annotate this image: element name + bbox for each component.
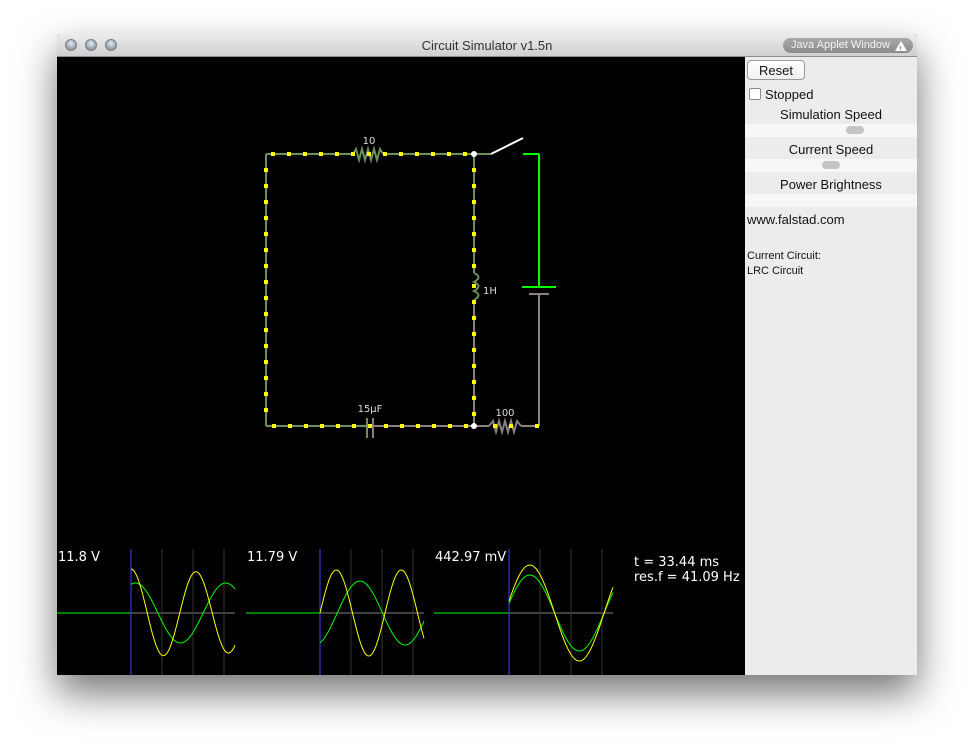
inductor-label: 1H [483, 286, 497, 297]
current-dot [415, 152, 419, 156]
stopped-label: Stopped [765, 87, 814, 102]
current-circuit-label: Current Circuit: [747, 250, 821, 262]
warning-icon [895, 40, 907, 57]
current-dot [472, 300, 476, 304]
current-dot [493, 424, 497, 428]
current-dot [472, 264, 476, 268]
current-dot [335, 152, 339, 156]
current-dot [271, 152, 275, 156]
current-dot [264, 312, 268, 316]
title-bar: Circuit Simulator v1.5n Java Applet Wind… [57, 34, 917, 57]
current-speed-slider[interactable] [745, 159, 917, 172]
current-dot [399, 152, 403, 156]
current-dot [472, 364, 476, 368]
current-dot [264, 376, 268, 380]
current-dot [416, 424, 420, 428]
current-dot [367, 152, 371, 156]
current-dot [264, 216, 268, 220]
scope-1-label: 11.8 V [58, 550, 100, 565]
badge-label: Java Applet Window [790, 39, 890, 51]
resistor-100-label: 100 [495, 408, 514, 419]
current-dot [472, 380, 476, 384]
current-dot [472, 248, 476, 252]
current-dot [383, 152, 387, 156]
current-dot [264, 264, 268, 268]
current-dot [288, 424, 292, 428]
current-dot [336, 424, 340, 428]
current-dot [472, 200, 476, 204]
current-dot [264, 168, 268, 172]
current-dot [472, 412, 476, 416]
website-link[interactable]: www.falstad.com [747, 212, 845, 227]
control-sidebar: Reset Stopped Simulation Speed Current S… [745, 57, 917, 675]
current-speed-thumb[interactable] [822, 161, 840, 169]
simulation-speed-slider[interactable] [745, 124, 917, 137]
power-brightness-label: Power Brightness [780, 177, 882, 192]
current-dot [264, 408, 268, 412]
current-dot [368, 424, 372, 428]
current-dot [472, 396, 476, 400]
current-dot [264, 296, 268, 300]
circuit-canvas[interactable]: 10 1H 15µF 100 11.8 V 11.79 V 442.97 mV … [57, 57, 745, 675]
node-top-right[interactable] [471, 151, 477, 157]
current-dot [264, 232, 268, 236]
current-dot [463, 152, 467, 156]
current-dot [472, 348, 476, 352]
capacitor-label: 15µF [358, 404, 383, 415]
current-dot [447, 152, 451, 156]
stopped-checkbox[interactable] [749, 88, 761, 100]
current-circuit-name: LRC Circuit [747, 265, 804, 277]
current-dot [432, 424, 436, 428]
current-dot [384, 424, 388, 428]
current-dot [264, 344, 268, 348]
current-dot [535, 424, 539, 428]
node-bottom-right[interactable] [471, 423, 477, 429]
java-applet-badge[interactable]: Java Applet Window [782, 38, 913, 57]
current-dot [264, 280, 268, 284]
scope-3-label: 442.97 mV [435, 550, 507, 565]
power-brightness-slider[interactable] [745, 194, 917, 207]
current-dot [472, 168, 476, 172]
resistor-10-label: 10 [363, 136, 376, 147]
current-dot [464, 424, 468, 428]
current-speed-label: Current Speed [788, 142, 874, 157]
current-dot [272, 424, 276, 428]
current-dot [472, 232, 476, 236]
current-dot [319, 152, 323, 156]
current-dot [264, 392, 268, 396]
current-dot [509, 424, 513, 428]
current-dot [472, 332, 476, 336]
current-dot [264, 200, 268, 204]
switch[interactable] [490, 137, 524, 155]
current-dot [352, 424, 356, 428]
current-dot [320, 424, 324, 428]
current-dot [351, 152, 355, 156]
current-dot [264, 248, 268, 252]
current-dot [472, 184, 476, 188]
current-dot [264, 360, 268, 364]
applet-window: Circuit Simulator v1.5n Java Applet Wind… [57, 34, 917, 675]
simulation-speed-label: Simulation Speed [780, 107, 882, 122]
current-dot [264, 328, 268, 332]
current-dot [448, 424, 452, 428]
current-dot [431, 152, 435, 156]
reset-button[interactable]: Reset [747, 60, 805, 80]
time-readout: t = 33.44 ms [634, 555, 720, 570]
simulation-speed-thumb[interactable] [846, 126, 864, 134]
resonant-frequency-readout: res.f = 41.09 Hz [634, 570, 740, 585]
current-dot [303, 152, 307, 156]
current-dot [287, 152, 291, 156]
current-dot [472, 316, 476, 320]
scope-2-label: 11.79 V [247, 550, 298, 565]
current-dot [472, 216, 476, 220]
current-dot [264, 184, 268, 188]
current-dot [472, 284, 476, 288]
current-dot [400, 424, 404, 428]
current-dot [304, 424, 308, 428]
